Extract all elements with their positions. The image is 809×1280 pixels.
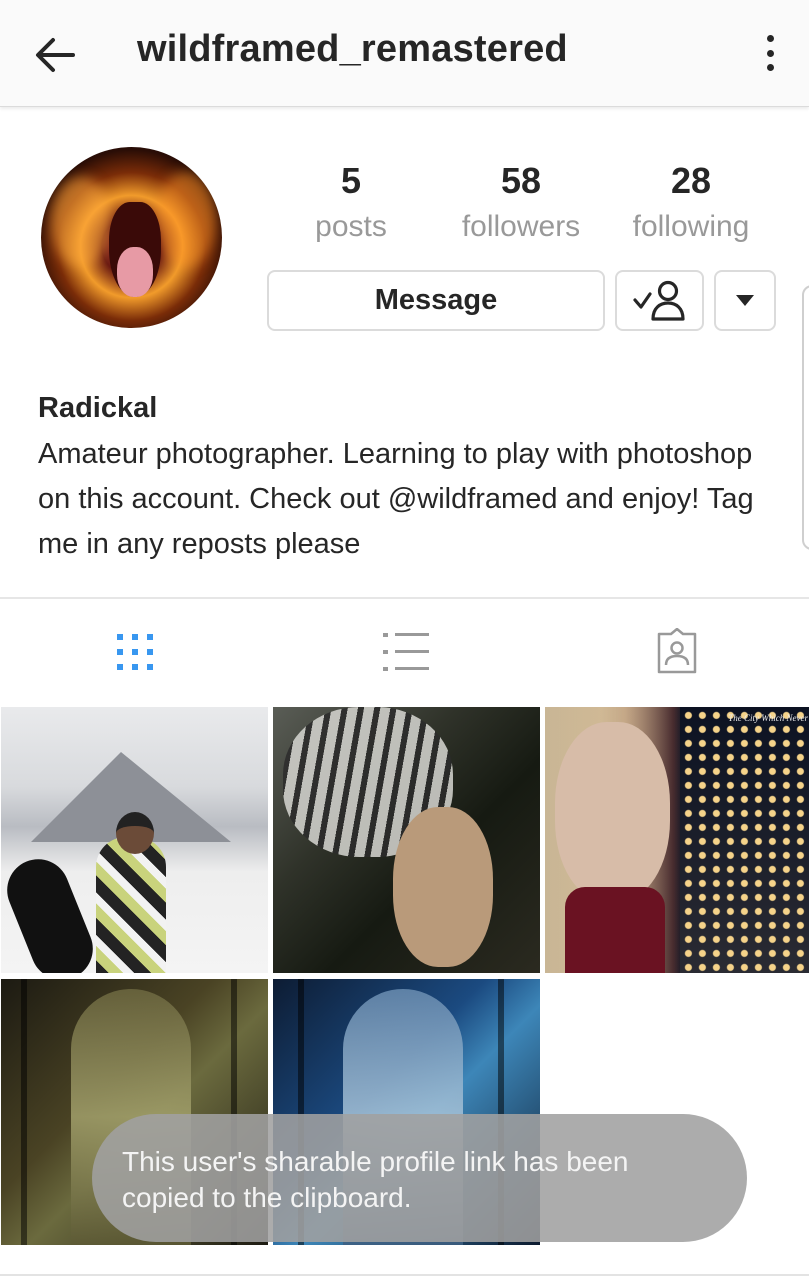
followers-count: 58 — [500, 160, 542, 201]
post-thumbnail[interactable] — [1, 707, 268, 973]
grid-icon — [117, 634, 153, 670]
stat-followers[interactable]: 58 followers — [446, 160, 596, 244]
bottom-divider — [0, 1274, 809, 1276]
tab-tagged-photos[interactable] — [642, 622, 712, 682]
chevron-down-icon — [736, 295, 754, 306]
toast-notification: This user's sharable profile link has be… — [92, 1114, 747, 1242]
suggestions-dropdown-button[interactable] — [714, 270, 776, 331]
bio-display-name: Radickal — [38, 392, 158, 424]
following-status-button[interactable] — [615, 270, 704, 331]
followers-label: followers — [461, 210, 581, 243]
photo-caption-text: The City Which Never — [728, 713, 808, 723]
user-check-icon — [632, 280, 685, 321]
message-button[interactable]: Message — [267, 270, 605, 331]
portrait-dress — [565, 887, 665, 973]
lizard-shape — [393, 807, 493, 967]
snowboarder-head — [116, 812, 154, 854]
stat-posts: 5 posts — [276, 160, 426, 244]
following-count: 28 — [670, 160, 712, 201]
tree-trunk — [21, 979, 27, 1245]
avatar-flame-left — [51, 177, 111, 267]
avatar-flame-right — [156, 172, 216, 267]
snowboarder-jacket — [96, 837, 166, 973]
profile-avatar[interactable] — [41, 147, 222, 328]
profile-username: wildframed_remastered — [137, 28, 568, 70]
tagged-icon — [657, 628, 697, 674]
avatar-lion-tongue — [117, 247, 153, 297]
following-label: following — [632, 210, 750, 243]
toast-message: This user's sharable profile link has be… — [122, 1146, 629, 1213]
section-divider — [0, 597, 809, 599]
back-arrow-icon — [36, 38, 75, 72]
list-icon — [383, 633, 429, 671]
more-options-button[interactable] — [752, 30, 788, 76]
tab-grid-view[interactable] — [100, 622, 170, 682]
stat-following[interactable]: 28 following — [616, 160, 766, 244]
posts-count: 5 — [340, 160, 362, 201]
tab-list-view[interactable] — [371, 622, 441, 682]
top-bar: wildframed_remastered — [0, 0, 809, 107]
bio-description: Amateur photographer. Learning to play w… — [38, 438, 754, 560]
post-thumbnail[interactable] — [273, 707, 540, 973]
side-panel-edge — [802, 285, 809, 550]
posts-label: posts — [315, 210, 387, 243]
snowboard-shape — [1, 849, 103, 973]
post-thumbnail[interactable]: The City Which Never — [545, 707, 809, 973]
more-dot-icon — [766, 64, 774, 71]
more-dot-icon — [766, 35, 774, 42]
portrait-face — [555, 722, 670, 902]
more-dot-icon — [766, 49, 774, 57]
city-night-view — [680, 707, 809, 973]
back-button[interactable] — [30, 30, 80, 80]
